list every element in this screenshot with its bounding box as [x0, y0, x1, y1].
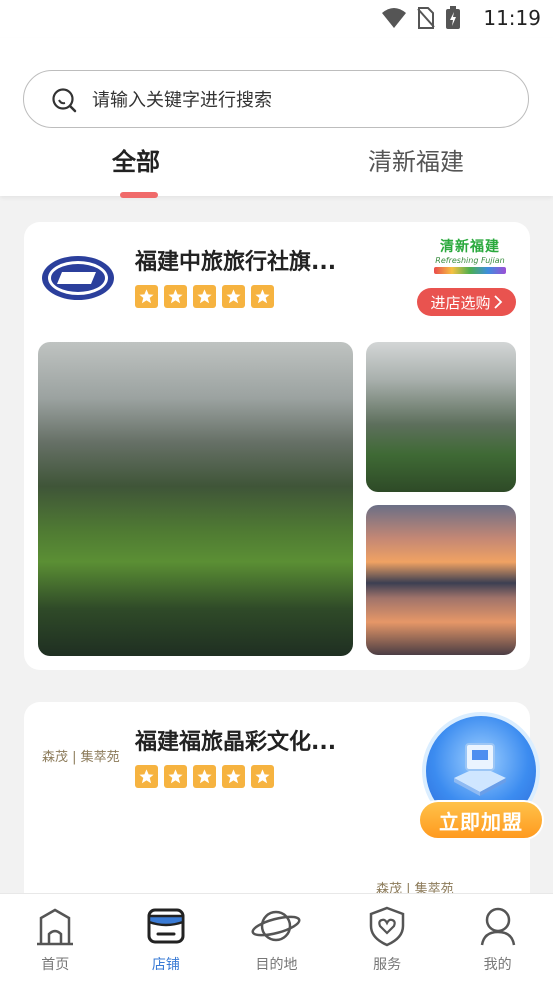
nav-label-destination: 目的地 — [255, 957, 298, 973]
wifi-icon — [382, 8, 406, 28]
store-name: 福建中旅旅行社旗... — [135, 250, 337, 275]
star-icon — [135, 765, 158, 788]
star-icon — [222, 765, 245, 788]
star-icon — [193, 285, 216, 308]
nav-label-home: 首页 — [41, 957, 70, 973]
nav-item-home[interactable]: 首页 — [0, 894, 111, 984]
store-logo: 森茂 | 集萃苑 — [42, 750, 120, 765]
store-logo-cts — [40, 254, 116, 302]
store-name: 福建福旅晶彩文化... — [135, 730, 337, 755]
no-sim-icon — [417, 7, 435, 29]
store-icon — [147, 908, 185, 944]
nav-label-service: 服务 — [373, 957, 402, 973]
battery-charging-icon — [446, 6, 460, 29]
star-icon — [193, 765, 216, 788]
store-photo-sunset[interactable] — [366, 505, 516, 655]
fresh-fujian-logo: 清新福建 Refreshing Fujian — [434, 236, 506, 278]
nav-item-store[interactable]: 店铺 — [111, 894, 222, 984]
star-icon — [164, 285, 187, 308]
user-icon — [480, 907, 515, 946]
store-cube-icon — [454, 743, 506, 796]
chevron-right-icon — [493, 295, 502, 309]
store-card[interactable]: 福建中旅旅行社旗... 清新福建 Refreshing Fujian 进店选购 — [24, 222, 530, 670]
bottom-nav: 首页 店铺 目的地 服务 我的 — [0, 893, 553, 984]
star-icon — [251, 285, 274, 308]
fresh-fujian-logo-subtitle: Refreshing Fujian — [435, 256, 505, 265]
rating-stars — [135, 765, 274, 788]
shield-icon — [369, 906, 405, 947]
join-now-button[interactable]: 立即加盟 — [418, 800, 544, 840]
home-icon — [37, 908, 74, 946]
search-placeholder: 请输入关键字进行搜索 — [92, 90, 272, 111]
fresh-fujian-logo-stripe — [434, 267, 506, 274]
nav-label-mine: 我的 — [483, 957, 512, 973]
store-photo-mountain[interactable] — [38, 342, 353, 656]
enter-store-button[interactable]: 进店选购 — [417, 288, 516, 316]
tab-indicator — [120, 192, 158, 198]
nav-item-service[interactable]: 服务 — [332, 894, 443, 984]
star-icon — [222, 285, 245, 308]
nav-item-mine[interactable]: 我的 — [442, 894, 553, 984]
star-icon — [135, 285, 158, 308]
rating-stars — [135, 285, 274, 308]
star-icon — [251, 765, 274, 788]
nav-label-store: 店铺 — [151, 957, 180, 973]
store-photo-village[interactable] — [366, 342, 516, 492]
tab-fresh-fujian[interactable]: 清新福建 — [368, 142, 464, 177]
fresh-fujian-logo-title: 清新福建 — [440, 239, 500, 255]
planet-icon — [251, 910, 301, 942]
search-input[interactable]: 请输入关键字进行搜索 — [23, 70, 529, 128]
nav-item-destination[interactable]: 目的地 — [221, 894, 332, 984]
header: 请输入关键字进行搜索 全部 清新福建 — [0, 38, 553, 198]
star-icon — [164, 765, 187, 788]
join-floating-badge[interactable]: 立即加盟 — [418, 712, 544, 842]
status-time: 11:19 — [483, 6, 541, 30]
enter-store-label: 进店选购 — [430, 293, 491, 312]
tab-all[interactable]: 全部 — [112, 142, 160, 177]
search-icon — [52, 88, 77, 113]
status-icons — [381, 6, 461, 30]
status-bar: 11:19 — [0, 0, 553, 38]
